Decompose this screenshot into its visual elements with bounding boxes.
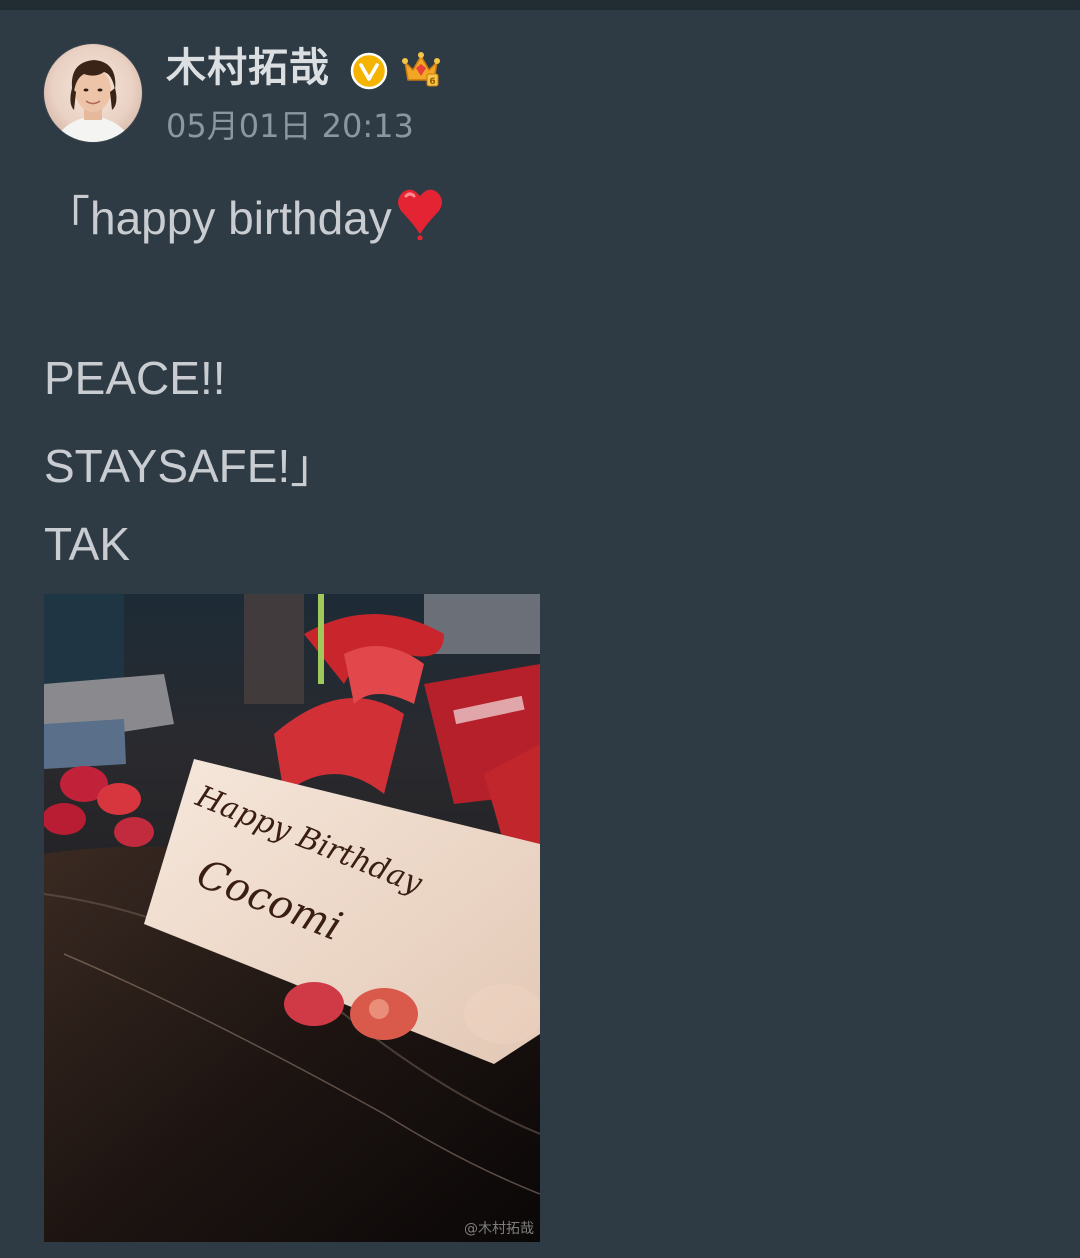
image-watermark: @木村拓哉 xyxy=(464,1221,534,1237)
post-text-line-4: TAK xyxy=(44,518,131,570)
status-bar-strip xyxy=(0,0,1080,10)
post-text-line-3: STAYSAFE!」 xyxy=(44,440,337,492)
heart-emoji xyxy=(394,184,446,252)
post-text-line-1: 「happy birthday xyxy=(44,184,446,252)
author-name[interactable]: 木村拓哉 xyxy=(166,42,330,94)
post-image[interactable]: Happy Birthday Cocomi @木村拓哉 xyxy=(44,594,540,1242)
post-text-greeting: 「happy birthday xyxy=(44,192,392,244)
verified-v-icon xyxy=(350,52,388,90)
svg-text:6: 6 xyxy=(429,77,435,87)
crown-icon[interactable]: 6 xyxy=(400,48,442,90)
author-avatar[interactable] xyxy=(44,44,142,142)
post-timestamp: 05月01日 20:13 xyxy=(166,107,414,145)
post-text-line-2: PEACE!! xyxy=(44,352,226,404)
